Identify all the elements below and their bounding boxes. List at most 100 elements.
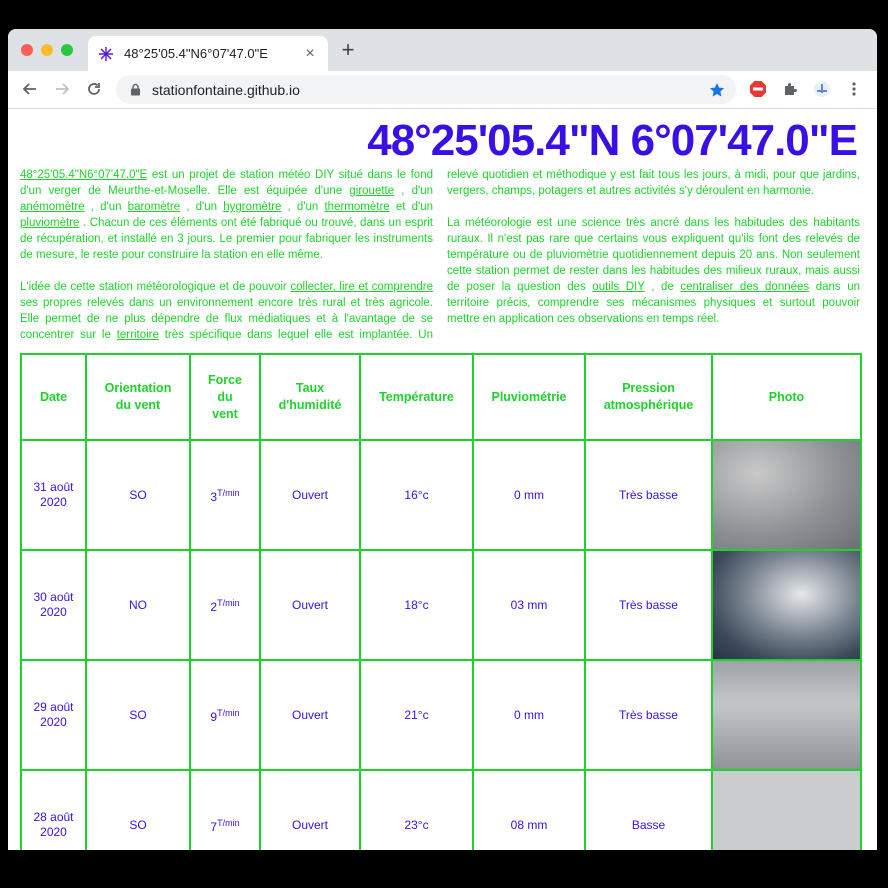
sky-photo[interactable]	[713, 661, 860, 769]
sky-photo[interactable]	[713, 441, 860, 549]
cell-pluviometrie: 0 mm	[472, 439, 586, 551]
tab-strip: 48°25'05.4"N6°07'47.0"E × +	[8, 29, 877, 71]
cell-force: 2T/min	[189, 549, 261, 661]
intro-text: 48°25'05.4"N6°07'47.0"E est un projet de…	[20, 167, 860, 343]
cell-temperature: 18°c	[359, 549, 474, 661]
sky-photo[interactable]	[713, 771, 860, 850]
cell-photo	[711, 439, 862, 551]
lock-icon	[128, 83, 142, 97]
header-pression-label: Pression atmosphérique	[603, 381, 694, 412]
cell-pression: Très basse	[584, 549, 713, 661]
back-arrow-icon[interactable]	[20, 79, 40, 99]
intro-paragraph-3: La météorologie est une science très anc…	[447, 215, 860, 327]
outils-diy-link[interactable]: outils DIY	[592, 281, 644, 293]
close-window-button[interactable]	[21, 44, 33, 56]
intro-text-span: , de	[644, 281, 681, 293]
header-photo: Photo	[711, 353, 862, 441]
date-value: 31 août 2020	[33, 480, 74, 509]
cell-force: 9T/min	[189, 659, 261, 771]
hygrometre-link[interactable]: hygromètre	[223, 201, 281, 213]
minimize-window-button[interactable]	[41, 44, 53, 56]
header-humidite: Taux d'humidité	[259, 353, 361, 441]
header-force-label: Force du vent	[207, 372, 243, 421]
bookmark-star-icon[interactable]	[708, 81, 726, 99]
cell-pression: Basse	[584, 769, 713, 850]
pluviometre-link[interactable]: pluviomètre	[20, 217, 79, 229]
more-options-icon[interactable]	[844, 79, 864, 99]
sky-photo[interactable]	[713, 551, 860, 659]
intro-text-span: . Chacun de ces éléments ont été fabriqu…	[20, 217, 433, 261]
territoire-link[interactable]: territoire	[117, 329, 159, 341]
cell-force: 7T/min	[189, 769, 261, 850]
centraliser-link[interactable]: centraliser des données	[680, 281, 809, 293]
reload-icon[interactable]	[84, 79, 104, 99]
thermometre-link[interactable]: thermomètre	[324, 201, 389, 213]
cell-temperature: 16°c	[359, 439, 474, 551]
anemometre-link[interactable]: anémomètre	[20, 201, 85, 213]
force-unit: T/min	[217, 707, 240, 718]
table-header-row: Date Orientation du vent Force du vent T…	[20, 353, 862, 441]
cell-orientation: SO	[85, 439, 191, 551]
date-value: 29 août 2020	[33, 700, 74, 729]
cell-photo	[711, 549, 862, 661]
intro-text-span: , d'un	[394, 185, 433, 197]
cell-pluviometrie: 08 mm	[472, 769, 586, 850]
cell-pression: Très basse	[584, 659, 713, 771]
header-date: Date	[20, 353, 87, 441]
intro-text-span: et d'un	[389, 201, 433, 213]
cell-temperature: 21°c	[359, 659, 474, 771]
girouette-link[interactable]: girouette	[349, 185, 394, 197]
forward-arrow-icon[interactable]	[52, 79, 72, 99]
cell-orientation: NO	[85, 549, 191, 661]
cell-force: 3T/min	[189, 439, 261, 551]
tab-title: 48°25'05.4"N6°07'47.0"E	[124, 46, 268, 61]
header-pression: Pression atmosphérique	[584, 353, 713, 441]
intro-text-span: L'idée de cette station météorologique e…	[20, 281, 291, 293]
header-force: Force du vent	[189, 353, 261, 441]
cell-photo	[711, 659, 862, 771]
cell-date: 30 août 2020	[20, 549, 87, 661]
new-tab-button[interactable]: +	[338, 39, 358, 61]
table-row: 29 août 2020 SO 9T/min Ouvert 21°c 0 mm …	[20, 659, 862, 771]
cell-humidite: Ouvert	[259, 549, 361, 661]
cell-date: 29 août 2020	[20, 659, 87, 771]
maximize-window-button[interactable]	[61, 44, 73, 56]
date-value: 30 août 2020	[33, 590, 74, 619]
cell-date: 31 août 2020	[20, 439, 87, 551]
header-temperature: Température	[359, 353, 474, 441]
cell-humidite: Ouvert	[259, 769, 361, 850]
page-title: 48°25'05.4"N 6°07'47.0"E	[367, 116, 858, 165]
header-pluviometrie: Pluviométrie	[472, 353, 586, 441]
extensions-puzzle-icon[interactable]	[780, 79, 800, 99]
cell-pluviometrie: 03 mm	[472, 549, 586, 661]
address-bar[interactable]: stationfontaine.github.io	[116, 75, 736, 104]
header-orientation: Orientation du vent	[85, 353, 191, 441]
table-row: 30 août 2020 NO 2T/min Ouvert 18°c 03 mm…	[20, 549, 862, 661]
cell-photo	[711, 769, 862, 850]
coords-link[interactable]: 48°25'05.4"N6°07'47.0"E	[20, 169, 147, 181]
cell-humidite: Ouvert	[259, 659, 361, 771]
collecter-link[interactable]: collecter, lire et comprendre	[290, 281, 433, 293]
page-content: 48°25'05.4"N 6°07'47.0"E 48°25'05.4"N6°0…	[8, 109, 877, 850]
intro-text-span: , d'un	[180, 201, 224, 213]
header-orientation-label: Orientation du vent	[104, 381, 172, 412]
cell-pluviometrie: 0 mm	[472, 659, 586, 771]
browser-window: 48°25'05.4"N6°07'47.0"E × + stationfonta…	[8, 29, 877, 850]
header-humidite-label: Taux d'humidité	[278, 381, 342, 412]
table-row: 28 août 2020 SO 7T/min Ouvert 23°c 08 mm…	[20, 769, 862, 850]
date-value: 28 août 2020	[33, 810, 74, 839]
cell-temperature: 23°c	[359, 769, 474, 850]
tab-active[interactable]: 48°25'05.4"N6°07'47.0"E ×	[88, 36, 328, 71]
adblock-extension-icon[interactable]	[748, 79, 768, 99]
cell-humidite: Ouvert	[259, 439, 361, 551]
tab-close-icon[interactable]: ×	[302, 45, 318, 62]
profile-avatar-icon[interactable]	[812, 79, 832, 99]
intro-text-span: , d'un	[281, 201, 325, 213]
intro-text-span: , d'un	[84, 201, 128, 213]
url-text: stationfontaine.github.io	[152, 81, 300, 98]
barometre-link[interactable]: baromètre	[128, 201, 180, 213]
cell-date: 28 août 2020	[20, 769, 87, 850]
cell-orientation: SO	[85, 769, 191, 850]
cell-orientation: SO	[85, 659, 191, 771]
intro-paragraph-1: 48°25'05.4"N6°07'47.0"E est un projet de…	[20, 167, 433, 263]
